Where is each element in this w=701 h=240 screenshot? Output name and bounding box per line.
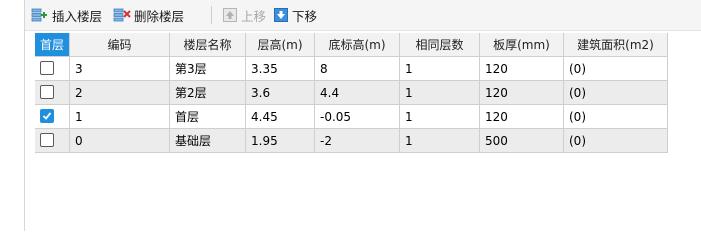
header-first-floor[interactable]: 首层 bbox=[35, 33, 70, 57]
floor-height-cell[interactable]: 3.6 bbox=[246, 81, 315, 105]
code-cell[interactable]: 1 bbox=[70, 105, 170, 129]
toolbar: 插入楼层 删除楼层 上移 下移 bbox=[25, 0, 701, 31]
header-floor-height[interactable]: 层高(m) bbox=[246, 33, 315, 57]
first-floor-cell[interactable] bbox=[35, 57, 70, 81]
move-down-label: 下移 bbox=[292, 8, 318, 24]
same-floors-cell[interactable]: 1 bbox=[400, 81, 480, 105]
slab-thickness-cell[interactable]: 120 bbox=[480, 105, 564, 129]
header-floor-name[interactable]: 楼层名称 bbox=[170, 33, 246, 57]
delete-floor-label: 删除楼层 bbox=[134, 8, 185, 24]
same-floors-cell[interactable]: 1 bbox=[400, 129, 480, 153]
floor-height-cell[interactable]: 3.35 bbox=[246, 57, 315, 81]
floor-name-cell[interactable]: 第2层 bbox=[170, 81, 246, 105]
base-elevation-cell[interactable]: 8 bbox=[315, 57, 400, 81]
floor-height-cell[interactable]: 4.45 bbox=[246, 105, 315, 129]
header-code[interactable]: 编码 bbox=[70, 33, 170, 57]
base-elevation-cell[interactable]: -0.05 bbox=[315, 105, 400, 129]
header-base-elevation[interactable]: 底标高(m) bbox=[315, 33, 400, 57]
move-up-label: 上移 bbox=[241, 8, 267, 24]
delete-floor-icon bbox=[113, 7, 134, 23]
checkmark-icon bbox=[42, 112, 52, 120]
first-floor-cell[interactable] bbox=[35, 105, 70, 129]
first-floor-cell[interactable] bbox=[35, 81, 70, 105]
code-cell[interactable]: 3 bbox=[70, 57, 170, 81]
insert-floor-icon bbox=[31, 7, 52, 23]
move-up-button[interactable]: 上移 bbox=[222, 5, 266, 25]
move-down-button[interactable]: 下移 bbox=[273, 5, 317, 25]
move-up-icon bbox=[222, 7, 241, 23]
header-building-area[interactable]: 建筑面积(m2) bbox=[564, 33, 668, 57]
header-slab-thickness[interactable]: 板厚(mm) bbox=[480, 33, 564, 57]
first-floor-cell[interactable] bbox=[35, 129, 70, 153]
insert-floor-button[interactable]: 插入楼层 bbox=[31, 5, 102, 25]
insert-floor-label: 插入楼层 bbox=[52, 8, 103, 24]
code-cell[interactable]: 2 bbox=[70, 81, 170, 105]
floor-panel: 插入楼层 删除楼层 上移 下移 首层 编码 楼层名称 层高(m) 底标高(m) … bbox=[25, 0, 701, 231]
first-floor-checkbox[interactable] bbox=[40, 61, 54, 75]
same-floors-cell[interactable]: 1 bbox=[400, 57, 480, 81]
header-same-floors[interactable]: 相同层数 bbox=[400, 33, 480, 57]
building-area-cell[interactable]: (0) bbox=[564, 129, 668, 153]
left-panel bbox=[0, 0, 25, 231]
building-area-cell[interactable]: (0) bbox=[564, 81, 668, 105]
building-area-cell[interactable]: (0) bbox=[564, 57, 668, 81]
floor-name-cell[interactable]: 基础层 bbox=[170, 129, 246, 153]
floor-height-cell[interactable]: 1.95 bbox=[246, 129, 315, 153]
base-elevation-cell[interactable]: -2 bbox=[315, 129, 400, 153]
same-floors-cell[interactable]: 1 bbox=[400, 105, 480, 129]
first-floor-checkbox[interactable] bbox=[40, 109, 54, 123]
code-cell[interactable]: 0 bbox=[70, 129, 170, 153]
base-elevation-cell[interactable]: 4.4 bbox=[315, 81, 400, 105]
first-floor-checkbox[interactable] bbox=[40, 85, 54, 99]
floor-settings-window: 插入楼层 删除楼层 上移 下移 首层 编码 楼层名称 层高(m) 底标高(m) … bbox=[0, 0, 701, 231]
delete-floor-button[interactable]: 删除楼层 bbox=[113, 5, 184, 25]
move-down-icon bbox=[273, 7, 292, 23]
slab-thickness-cell[interactable]: 120 bbox=[480, 81, 564, 105]
slab-thickness-cell[interactable]: 500 bbox=[480, 129, 564, 153]
first-floor-checkbox[interactable] bbox=[40, 133, 54, 147]
slab-thickness-cell[interactable]: 120 bbox=[480, 57, 564, 81]
toolbar-separator bbox=[211, 6, 212, 24]
building-area-cell[interactable]: (0) bbox=[564, 105, 668, 129]
floor-name-cell[interactable]: 首层 bbox=[170, 105, 246, 129]
floor-name-cell[interactable]: 第3层 bbox=[170, 57, 246, 81]
